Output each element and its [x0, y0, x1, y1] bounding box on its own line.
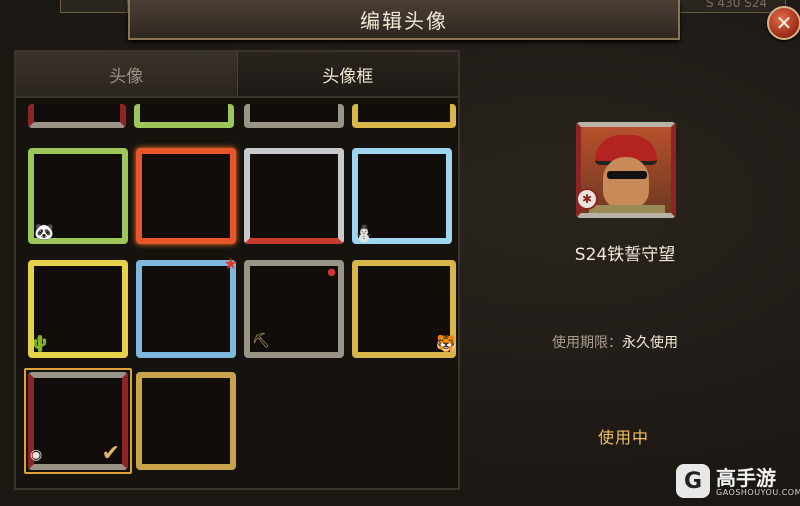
avatar-face	[603, 157, 649, 209]
watermark-logo-icon: G	[676, 464, 710, 498]
usage-value: 永久使用	[622, 335, 678, 351]
frame-name: S24铁誓守望	[574, 245, 676, 265]
watermark-url: GAOSHOUYOU.COM	[716, 488, 800, 497]
tab-avatar-label: 头像	[109, 66, 144, 87]
frame-item-fire[interactable]	[136, 148, 236, 244]
frame-item-golden-dragon[interactable]	[136, 372, 236, 470]
tiger-icon: 🐯	[436, 334, 456, 353]
frame-selection-panel: 头像 头像框 🐼 ⛄ 🌵 ★ ● ⛏ 🐯 ◉ ✔	[14, 50, 460, 490]
frame-item-cactus[interactable]: 🌵	[28, 260, 128, 358]
close-button[interactable]: ✕	[767, 6, 800, 40]
frame-item-snow[interactable]: ⛄	[352, 148, 452, 244]
frame-grid[interactable]: 🐼 ⛄ 🌵 ★ ● ⛏ 🐯 ◉ ✔	[16, 98, 458, 488]
frame-item-partial[interactable]	[244, 104, 344, 128]
tab-avatar-frame[interactable]: 头像框	[236, 52, 458, 98]
frame-item-tiger[interactable]: 🐯	[352, 260, 456, 358]
tab-bar: 头像 头像框	[16, 52, 458, 98]
tab-avatar[interactable]: 头像	[16, 52, 237, 98]
snowman-icon: ⛄	[354, 224, 374, 243]
close-icon: ✕	[775, 11, 793, 35]
page-title: 编辑头像	[360, 8, 448, 33]
ruby-icon: ●	[327, 267, 336, 278]
shield-badge-icon: ✱	[576, 188, 598, 210]
avatar-sunglasses	[607, 171, 647, 179]
tab-avatar-frame-label: 头像框	[322, 66, 374, 87]
header-bar: 编辑头像	[128, 0, 680, 40]
selected-frame-outline	[24, 368, 132, 474]
top-left-ornament	[60, 0, 128, 13]
usage-period: 使用期限：永久使用	[552, 332, 678, 352]
frame-item-partial[interactable]	[352, 104, 456, 128]
panda-icon: 🐼	[34, 222, 54, 241]
cactus-icon: 🌵	[30, 334, 50, 353]
watermark-name: 高手游	[716, 466, 776, 490]
frame-item-mine[interactable]: ● ⛏	[244, 260, 344, 358]
watermark: G 高手游 GAOSHOUYOU.COM	[676, 462, 800, 506]
frame-item-mech[interactable]	[244, 148, 344, 244]
starfish-icon: ★	[223, 254, 238, 273]
avatar-uniform	[589, 205, 665, 213]
usage-label: 使用期限：	[552, 335, 622, 351]
frame-item-wave[interactable]: ★	[136, 256, 238, 358]
frame-item-partial[interactable]	[28, 104, 126, 128]
pickaxe-icon: ⛏	[252, 333, 270, 349]
frame-item-bamboo[interactable]: 🐼	[28, 148, 128, 244]
in-use-status: 使用中	[598, 428, 650, 447]
server-label: S 430 S24	[706, 0, 768, 10]
frame-item-partial[interactable]	[134, 104, 234, 128]
